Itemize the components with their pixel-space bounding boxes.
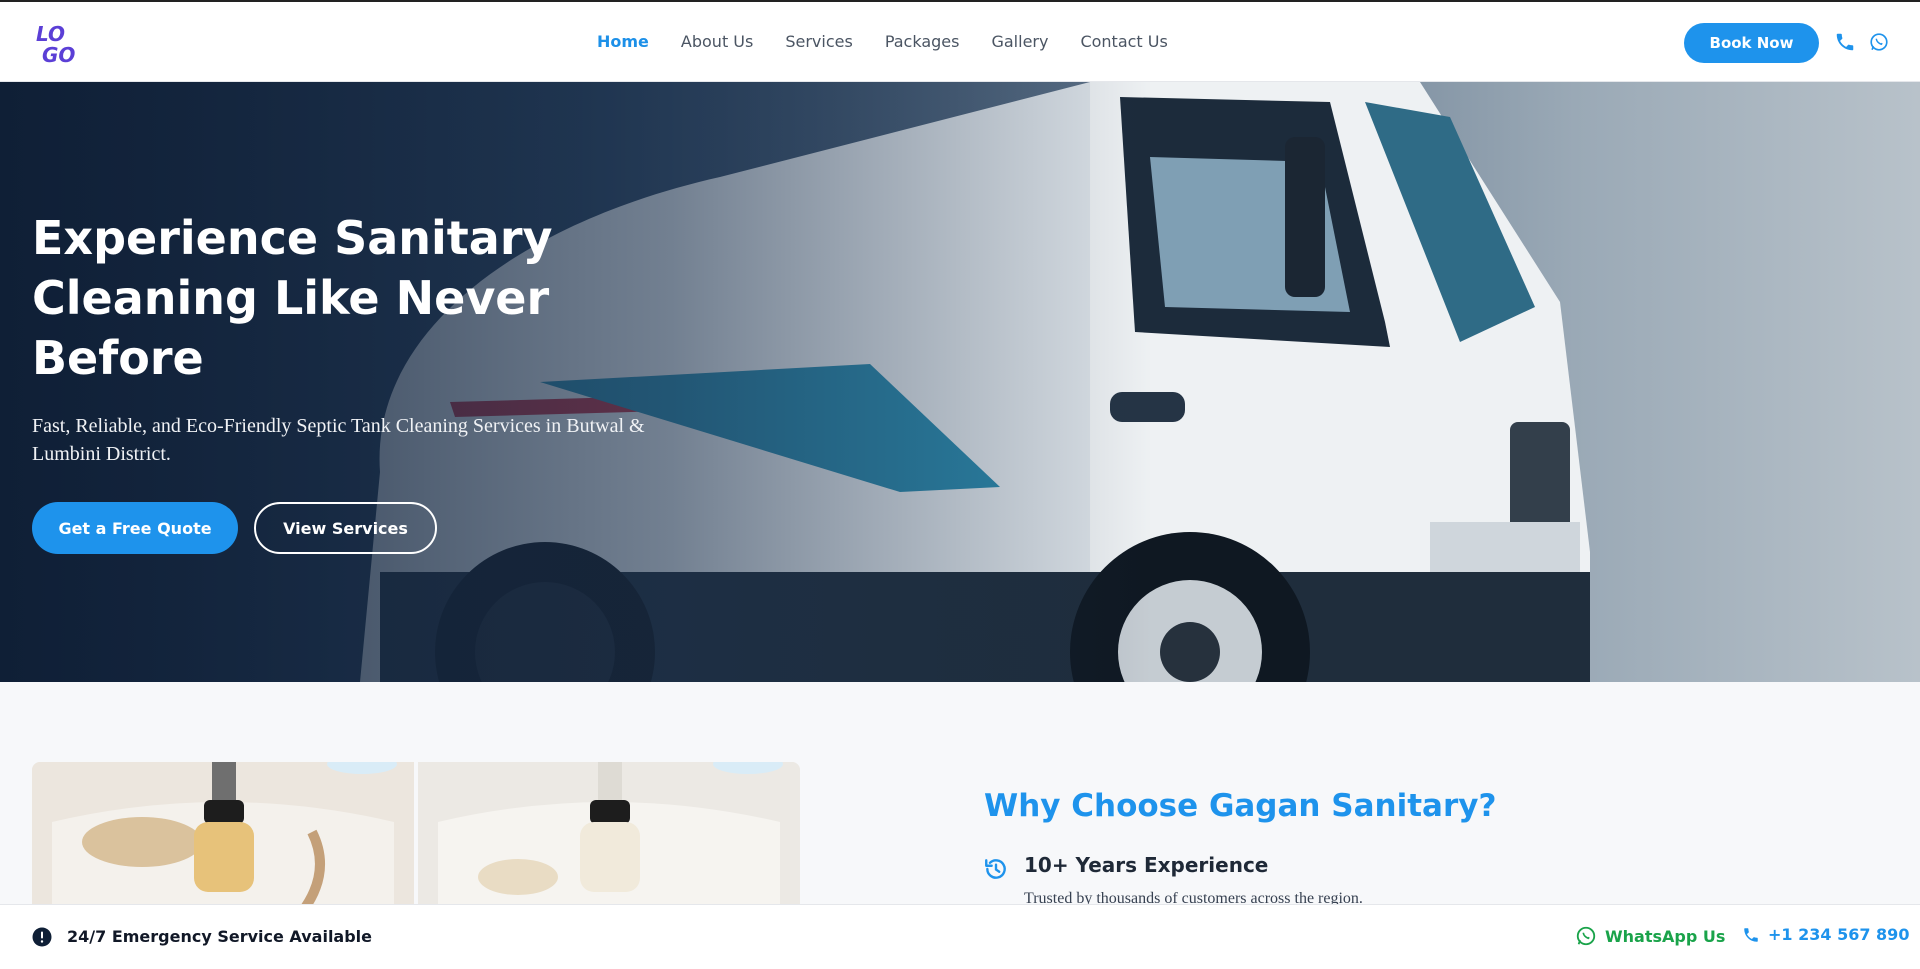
main-nav: Home About Us Services Packages Gallery … — [597, 32, 1200, 51]
nav-gallery[interactable]: Gallery — [991, 32, 1048, 51]
feature-title: 10+ Years Experience — [1024, 853, 1269, 877]
after-cleaning-photo — [418, 762, 800, 912]
hero-title: Experience Sanitary Cleaning Like Never … — [32, 211, 553, 385]
phone-icon — [1744, 927, 1758, 942]
phone-number-link[interactable]: +1 234 567 890 — [1742, 925, 1909, 944]
get-free-quote-button[interactable]: Get a Free Quote — [32, 502, 238, 554]
book-now-button[interactable]: Book Now — [1684, 23, 1819, 63]
hero-section: Experience Sanitary Cleaning Like Never … — [0, 82, 1920, 682]
phone-icon[interactable] — [1834, 31, 1856, 53]
why-choose-title: Why Choose Gagan Sanitary? — [984, 788, 1497, 824]
nav-home[interactable]: Home — [597, 32, 649, 51]
hero-subtitle: Fast, Reliable, and Eco-Friendly Septic … — [32, 415, 645, 465]
svg-text:GO: GO — [42, 43, 75, 66]
nav-contact-us[interactable]: Contact Us — [1080, 32, 1167, 51]
nav-about-us[interactable]: About Us — [681, 32, 753, 51]
nav-packages[interactable]: Packages — [885, 32, 960, 51]
view-services-button[interactable]: View Services — [254, 502, 437, 554]
bottom-contact-bar: 24/7 Emergency Service Available WhatsAp… — [0, 904, 1920, 969]
alert-icon — [32, 927, 52, 947]
before-cleaning-photo — [32, 762, 414, 912]
whatsapp-icon[interactable] — [1868, 31, 1890, 53]
top-navbar: LO GO Home About Us Services Packages Ga… — [0, 0, 1920, 82]
history-icon — [985, 859, 1006, 879]
whatsapp-us-link[interactable]: WhatsApp Us — [1575, 925, 1725, 947]
nav-services[interactable]: Services — [785, 32, 852, 51]
emergency-service-text: 24/7 Emergency Service Available — [67, 927, 373, 946]
whatsapp-icon — [1576, 926, 1596, 946]
logo[interactable]: LO GO — [34, 22, 84, 66]
phone-number-label: +1 234 567 890 — [1768, 925, 1910, 944]
whatsapp-us-label: WhatsApp Us — [1605, 926, 1726, 946]
